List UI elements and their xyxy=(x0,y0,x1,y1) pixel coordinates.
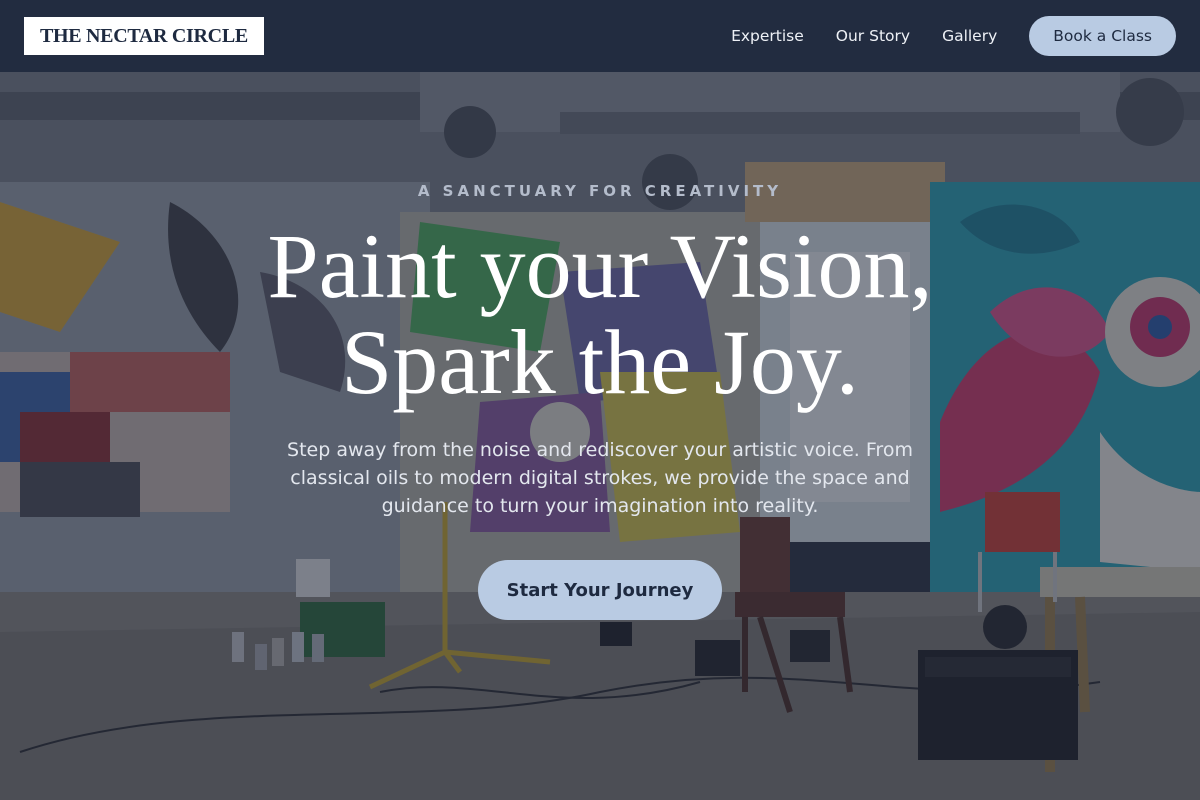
hero-subtext: Step away from the noise and rediscover … xyxy=(287,439,913,517)
nav-link-expertise[interactable]: Expertise xyxy=(731,27,804,45)
site-header: THE NECTAR CIRCLE Expertise Our Story Ga… xyxy=(0,0,1200,72)
logo[interactable]: THE NECTAR CIRCLE xyxy=(24,17,264,55)
hero-headline: Paint your Vision, Spark the Joy. xyxy=(268,218,933,410)
hero-eyebrow: A SANCTUARY FOR CREATIVITY xyxy=(417,182,783,200)
nav-link-gallery[interactable]: Gallery xyxy=(942,27,997,45)
hero-headline-line-2: Spark the Joy. xyxy=(341,311,859,413)
hero-headline-line-1: Paint your Vision, xyxy=(267,215,933,317)
book-class-button[interactable]: Book a Class xyxy=(1029,16,1176,56)
main-nav: Expertise Our Story Gallery Book a Class xyxy=(731,16,1176,56)
hero-section: A SANCTUARY FOR CREATIVITY Paint your Vi… xyxy=(0,72,1200,800)
hero-content: A SANCTUARY FOR CREATIVITY Paint your Vi… xyxy=(0,72,1200,800)
start-journey-button[interactable]: Start Your Journey xyxy=(478,560,722,620)
nav-link-our-story[interactable]: Our Story xyxy=(836,27,910,45)
